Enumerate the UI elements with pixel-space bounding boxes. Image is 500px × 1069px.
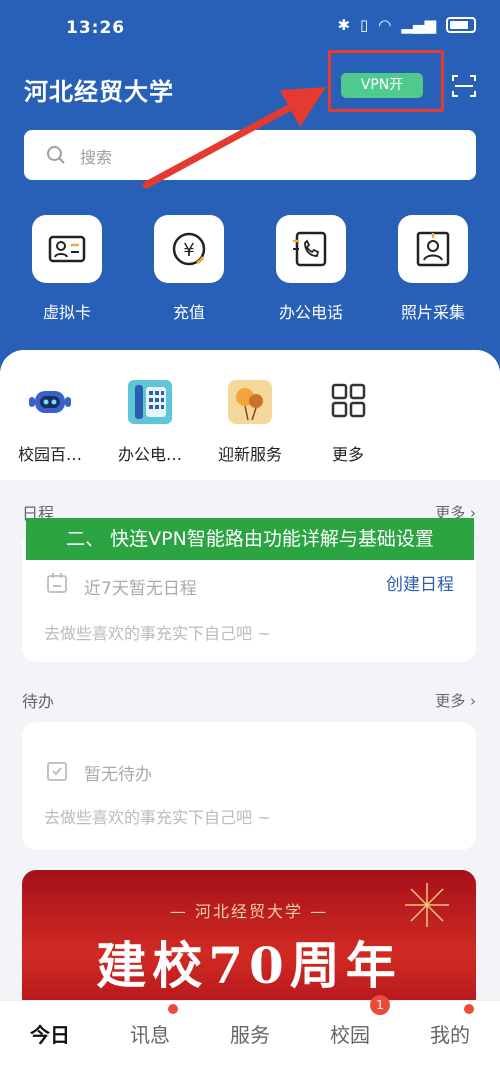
signal-icon: ▂▄▆: [401, 16, 436, 34]
wifi-icon: ◠: [378, 16, 392, 34]
balloon-icon: [225, 377, 275, 427]
quick-actions: 虚拟卡 ¥ 充值 办公电话 照片采集: [0, 215, 500, 325]
tab-services[interactable]: 服务: [200, 1019, 300, 1048]
telephone-icon: [125, 377, 175, 427]
promo-headline: 建校70周年: [96, 936, 402, 995]
tab-campus[interactable]: 校园: [300, 1019, 400, 1048]
service-item-more[interactable]: 更多: [298, 377, 398, 465]
todo-title: 待办: [22, 692, 55, 711]
service-label: 迎新服务: [217, 445, 282, 464]
phone-icon: [293, 231, 327, 267]
service-label: 更多: [331, 445, 364, 464]
service-item-welcome[interactable]: 迎新服务: [200, 377, 300, 465]
quick-tile: [398, 215, 468, 283]
vpn-highlight-box: [328, 50, 444, 112]
status-icons: ✱ ▯ ◠ ▂▄▆: [337, 16, 476, 34]
vibrate-icon: ▯: [360, 16, 369, 34]
quick-label: 充值: [172, 303, 205, 322]
status-time: 13:26: [66, 18, 126, 38]
quick-tile: [32, 215, 102, 283]
service-label: 校园百…: [17, 445, 82, 464]
search-icon: [47, 146, 65, 164]
tab-messages[interactable]: 讯息: [100, 1019, 200, 1048]
robot-icon: [25, 377, 75, 427]
tab-campus-badge: 1: [370, 995, 390, 1015]
schedule-tip: 去做些喜欢的事充实下自己吧 ~: [44, 624, 271, 643]
todo-empty-text: 暂无待办: [84, 765, 152, 785]
service-item-campus-encyclopedia[interactable]: 校园百…: [0, 377, 100, 465]
quick-label: 虚拟卡: [42, 303, 91, 322]
scan-icon[interactable]: [452, 74, 476, 98]
quick-label: 照片采集: [400, 303, 465, 322]
quick-item-photo-collect[interactable]: 照片采集: [388, 215, 478, 323]
page-title: 河北经贸大学: [24, 78, 174, 106]
checklist-icon: [47, 762, 67, 781]
quick-label: 办公电话: [278, 303, 343, 322]
notification-dot: [168, 1004, 178, 1014]
overlay-caption-banner: 二、 快连VPN智能路由功能详解与基础设置: [26, 518, 474, 560]
create-schedule-button[interactable]: 创建日程: [386, 570, 454, 595]
schedule-empty-text: 近7天暂无日程: [84, 579, 197, 599]
quick-item-recharge[interactable]: ¥ 充值: [144, 215, 234, 323]
yen-icon: ¥: [172, 232, 206, 266]
calendar-icon: [47, 573, 67, 593]
promo-university-name: — 河北经贸大学 —: [169, 902, 329, 921]
quick-item-virtual-card[interactable]: 虚拟卡: [22, 215, 112, 323]
bluetooth-icon: ✱: [337, 16, 351, 34]
grid-icon: [323, 377, 373, 427]
service-item-office-phone[interactable]: 办公电…: [100, 377, 200, 465]
notification-dot: [464, 1004, 474, 1014]
service-label: 办公电…: [117, 445, 182, 464]
svg-text:¥: ¥: [183, 240, 194, 261]
search-input[interactable]: 搜索: [24, 130, 476, 180]
tab-me[interactable]: 我的: [400, 1019, 500, 1048]
quick-tile: [276, 215, 346, 283]
battery-icon: [446, 17, 476, 33]
tab-today[interactable]: 今日: [0, 1019, 100, 1048]
id-card-icon: [48, 235, 86, 263]
quick-tile: ¥: [154, 215, 224, 283]
quick-item-office-phone[interactable]: 办公电话: [266, 215, 356, 323]
todo-tip: 去做些喜欢的事充实下自己吧 ~: [44, 808, 271, 827]
todo-more-label: 更多: [435, 692, 466, 710]
anniversary-banner[interactable]: — 河北经贸大学 — 建校70周年: [22, 870, 476, 1010]
bottom-tab-bar: 今日 讯息 服务 校园 我的 1: [0, 995, 500, 1069]
search-placeholder: 搜索: [80, 148, 113, 167]
todo-card: 暂无待办 去做些喜欢的事充实下自己吧 ~: [22, 722, 476, 850]
chevron-right-icon: ›: [470, 692, 476, 710]
portrait-icon: [416, 231, 450, 267]
todo-more-link[interactable]: 更多 ›: [435, 690, 476, 711]
